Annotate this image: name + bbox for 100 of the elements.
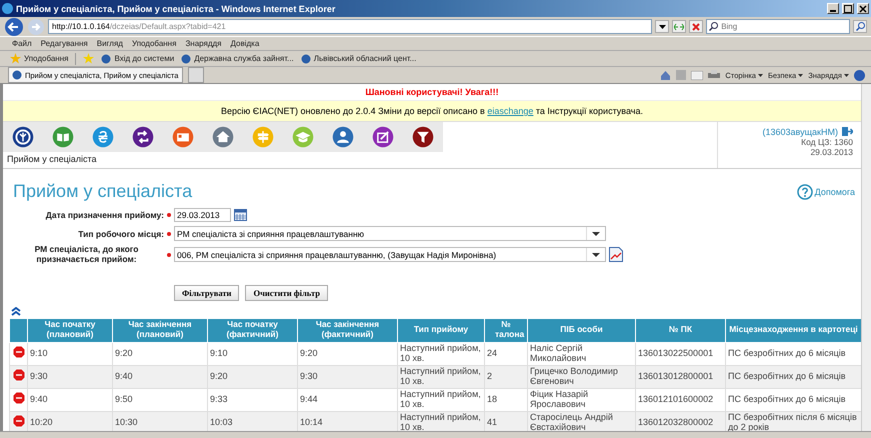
search-button[interactable] [853, 20, 867, 33]
favorites-button[interactable]: Уподобання [10, 53, 68, 64]
help-link[interactable]: Допомога [796, 184, 855, 200]
table-cell: 136012101600002 [636, 388, 726, 412]
favorite-link[interactable]: Львівський обласний цент... [300, 54, 416, 64]
table-cell: 10:30 [112, 411, 208, 431]
book-icon [52, 126, 74, 148]
table-cell: Наступний прийом, 10 хв. [398, 365, 484, 388]
field-label: Тип робочого місця: [77, 228, 164, 238]
stop-icon[interactable] [13, 392, 25, 404]
module-tile[interactable] [403, 122, 443, 152]
caret-icon [758, 74, 763, 76]
maximize-icon [844, 4, 852, 12]
column-header[interactable]: № ПК [636, 318, 726, 342]
collapse-icon[interactable] [11, 306, 21, 316]
table-cell: 9:10 [28, 342, 112, 366]
field-label: РМ спеціаліста, до якого призначається прийом: [34, 245, 140, 265]
notice-link[interactable]: eiaschange [487, 106, 534, 116]
filter-button[interactable]: Фільтрувати [174, 284, 240, 301]
hryvnia-icon [92, 126, 114, 148]
dropdown-button[interactable] [655, 20, 670, 33]
warning-heading: Шановні користувачі! Увага!!! [364, 86, 500, 99]
table-cell: 24 [484, 342, 528, 366]
star-icon [10, 53, 21, 64]
home-icon[interactable] [660, 70, 672, 80]
favorite-link[interactable]: Державна служба зайнят... [181, 54, 294, 64]
caret-icon [844, 74, 849, 76]
maximize-button[interactable] [842, 3, 854, 14]
table-cell: 41 [484, 411, 528, 431]
edit-icon [372, 126, 394, 148]
minimize-button[interactable] [827, 3, 839, 14]
table-cell: 18 [484, 388, 528, 412]
back-button[interactable] [4, 16, 24, 36]
table-cell: 10:03 [208, 411, 298, 431]
filter-icon [412, 126, 434, 148]
minimize-icon [830, 10, 836, 12]
print-icon[interactable] [708, 70, 720, 80]
caret-icon [798, 74, 804, 76]
specialist-dropdown[interactable]: 006, РМ спеціаліста зі сприяння працевлаштуванню, (Завущак Надія Миронівна) [174, 247, 606, 262]
table-cell: 9:30 [298, 365, 398, 388]
workplace-type-dropdown[interactable]: РМ спеціаліста зі сприяння працевлаштуванню [174, 226, 606, 241]
table-cell: Грицечко Володимир Євгенович [528, 365, 636, 388]
table-cell: Наступний прийом, 10 хв. [398, 342, 484, 366]
stop-icon[interactable] [13, 346, 25, 358]
current-date: 29.03.2013 [809, 147, 853, 157]
menu-item[interactable]: Редагування [40, 39, 88, 48]
caret-icon [592, 232, 600, 236]
office-code: Код ЦЗ: 1360 [800, 137, 853, 147]
table-cell: 9:20 [208, 365, 298, 388]
chart-document-icon[interactable] [609, 247, 623, 262]
user-link[interactable]: (13603авущакНМ) [762, 126, 838, 136]
required-icon [167, 252, 171, 257]
table-cell: 9:44 [298, 388, 398, 412]
menu-item[interactable]: Файл [12, 39, 32, 48]
notice-text: Версію ЄІАС(NET) оновлено до 2.0.4 Зміни до версії описано в eiaschange та Інструкції користувача. [221, 106, 643, 116]
stop-icon[interactable] [13, 369, 25, 382]
column-header[interactable]: Час початку (фактичний) [208, 318, 298, 342]
address-field[interactable]: http://10.1.0.164/dczeias/Default.aspx?tabid=421 [48, 19, 652, 34]
stop-button[interactable] [689, 20, 704, 33]
column-header[interactable]: ПІБ особи [528, 318, 636, 342]
column-header[interactable]: № талона [484, 318, 528, 342]
logout-icon[interactable] [842, 126, 853, 137]
search-icon [709, 22, 718, 31]
date-field[interactable]: 29.03.2013 [174, 208, 231, 222]
table-cell: 136012032800002 [636, 411, 726, 431]
close-icon [859, 4, 867, 12]
module-tile[interactable] [3, 122, 43, 152]
menu-item[interactable]: Знаряддя [185, 39, 222, 48]
table-cell: 9:20 [298, 342, 398, 366]
page-title: Прийом у спеціаліста [13, 181, 192, 202]
stop-icon[interactable] [13, 415, 25, 428]
table-cell: 10:20 [28, 411, 112, 431]
table-cell: ПС безробітних до 6 місяців [726, 365, 861, 388]
person-icon [332, 126, 354, 148]
menu-item[interactable]: Вигляд [96, 39, 123, 48]
card-icon [172, 126, 194, 148]
scrollbar[interactable] [861, 84, 871, 431]
menu-item[interactable]: Уподобання [132, 39, 176, 48]
table-cell: 9:10 [208, 342, 298, 366]
column-header[interactable]: Місцезнаходження в картотеці [726, 318, 861, 342]
calendar-icon[interactable] [234, 209, 247, 221]
favorite-link[interactable]: Вхід до системи [101, 54, 174, 64]
table-cell: Фіцик Назарій Ярославович [528, 388, 636, 412]
column-header[interactable]: Час закінчення (плановий) [112, 318, 208, 342]
caret-icon [592, 252, 600, 257]
search-field[interactable]: Bing [706, 19, 850, 34]
filter-button[interactable]: Очистити фільтр [245, 284, 328, 301]
logo-icon [12, 126, 34, 148]
column-header[interactable]: Час закінчення (фактичний) [298, 318, 398, 342]
field-label: Дата призначення прийому: [44, 210, 164, 220]
table-cell: 2 [484, 365, 528, 388]
table-cell: 136013012800001 [636, 365, 726, 388]
column-header[interactable]: Час початку (плановий) [28, 318, 112, 342]
column-header[interactable]: Тип прийому [398, 318, 484, 342]
search-icon [856, 22, 864, 31]
caret-icon [658, 24, 666, 28]
table-cell: 9:20 [112, 342, 208, 366]
refresh-icon [674, 22, 684, 30]
close-button[interactable] [857, 3, 869, 14]
menu-item[interactable]: Довідка [230, 39, 260, 48]
